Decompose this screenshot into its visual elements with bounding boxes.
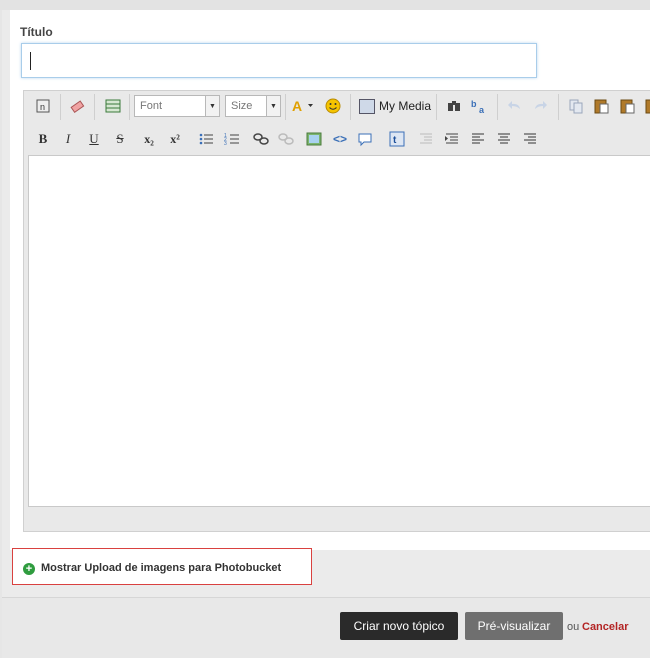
or-text: ou [567, 621, 580, 633]
smiley-icon[interactable] [322, 95, 344, 117]
font-select[interactable]: Font ▼ [134, 95, 220, 117]
outdent-icon[interactable] [415, 128, 437, 150]
my-media-icon [359, 98, 375, 114]
svg-text:A: A [292, 98, 302, 114]
chevron-down-icon: ▼ [266, 96, 280, 116]
toolbar-row-2: B I U S x₂ x² 123 <> t [24, 124, 650, 154]
my-media-label: My Media [379, 99, 432, 113]
bold-button[interactable]: B [32, 128, 54, 150]
link-icon[interactable] [250, 128, 272, 150]
svg-text:a: a [479, 105, 485, 114]
undo-icon[interactable] [504, 95, 526, 117]
preview-button[interactable]: Pré-visualizar [465, 612, 563, 640]
paste-icon[interactable] [590, 95, 612, 117]
size-select[interactable]: Size ▼ [225, 95, 281, 117]
replace-icon[interactable]: ba [469, 95, 491, 117]
editor-text-area[interactable] [28, 155, 650, 507]
text-color-icon[interactable]: A [290, 95, 316, 117]
toolbar-row-1: n Font ▼ Size ▼ A My Media b a [24, 91, 650, 121]
toolbar-separator [285, 94, 286, 120]
strikethrough-button[interactable]: S [109, 128, 131, 150]
svg-text:b: b [471, 99, 477, 109]
title-input[interactable] [21, 43, 537, 78]
find-icon[interactable] [443, 95, 465, 117]
text-caret [30, 52, 31, 70]
table-icon[interactable] [102, 95, 124, 117]
subscript-button[interactable]: x₂ [138, 128, 160, 150]
top-strip [0, 0, 650, 10]
bullet-list-icon[interactable] [195, 128, 217, 150]
superscript-button[interactable]: x² [164, 128, 186, 150]
toolbar-separator [497, 94, 498, 120]
svg-text:3: 3 [224, 141, 227, 147]
size-select-label: Size [231, 100, 253, 112]
photobucket-upload-toggle[interactable]: + Mostrar Upload de imagens para Photobu… [14, 553, 650, 583]
video-icon[interactable]: t [386, 128, 408, 150]
unlink-icon[interactable] [275, 128, 297, 150]
cancel-link[interactable]: Cancelar [582, 621, 628, 633]
align-left-icon[interactable] [467, 128, 489, 150]
redo-icon[interactable] [529, 95, 551, 117]
create-topic-button[interactable]: Criar novo tópico [340, 612, 458, 640]
font-select-label: Font [140, 100, 163, 112]
svg-text:n: n [40, 102, 45, 112]
toolbar-separator [436, 94, 437, 120]
align-center-icon[interactable] [493, 128, 515, 150]
code-icon[interactable]: <> [329, 128, 351, 150]
toolbar-separator [94, 94, 95, 120]
paste-word-icon[interactable] [641, 95, 650, 117]
my-media-button[interactable]: My Media [359, 95, 431, 117]
chevron-down-icon: ▼ [205, 96, 219, 116]
plus-circle-icon: + [23, 563, 35, 575]
eraser-icon[interactable] [66, 95, 88, 117]
indent-icon[interactable] [441, 128, 463, 150]
rich-text-editor: n Font ▼ Size ▼ A My Media b a B I U S x… [23, 90, 650, 532]
quote-icon[interactable] [354, 128, 376, 150]
toolbar-separator [350, 94, 351, 120]
toolbar-separator [129, 94, 130, 120]
title-label: Título [20, 25, 53, 39]
align-right-icon[interactable] [519, 128, 541, 150]
underline-button[interactable]: U [83, 128, 105, 150]
toolbar-separator [60, 94, 61, 120]
italic-button[interactable]: I [57, 128, 79, 150]
toolbar-separator [558, 94, 559, 120]
paste-text-icon[interactable] [616, 95, 638, 117]
source-icon[interactable]: n [32, 95, 54, 117]
photobucket-upload-label: Mostrar Upload de imagens para Photobuck… [41, 562, 282, 574]
copy-icon[interactable] [565, 95, 587, 117]
numbered-list-icon[interactable]: 123 [221, 128, 243, 150]
image-icon[interactable] [303, 128, 325, 150]
